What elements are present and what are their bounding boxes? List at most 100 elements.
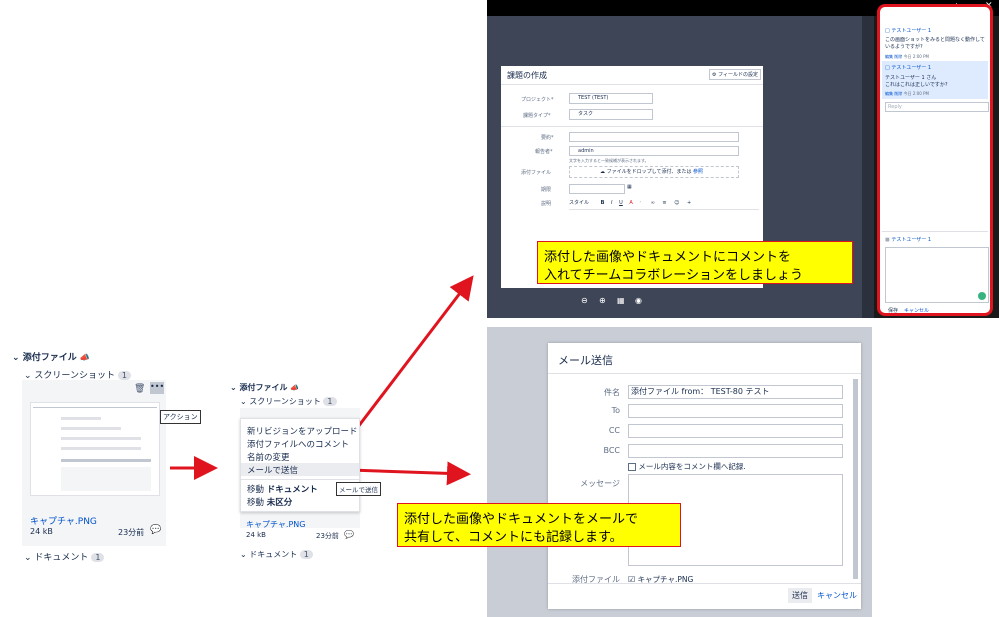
trash-icon[interactable]: 🗑	[134, 384, 145, 394]
megaphone-icon: 📣	[290, 384, 300, 392]
bcc-input[interactable]	[628, 444, 843, 458]
project-value: TEST (TEST)	[578, 95, 609, 101]
zoom-out-icon[interactable]: ⊖	[581, 296, 588, 305]
screenshots-group-header[interactable]: ⌄ スクリーンショット 1	[240, 396, 337, 407]
list-icon[interactable]: ≡	[662, 200, 666, 206]
chevron-down-icon: ⌄	[12, 353, 20, 363]
dialog-scrollbar[interactable]	[853, 379, 858, 579]
section-header[interactable]: ⌄ 添付ファイル 📣	[12, 350, 90, 363]
reply-input[interactable]: Reply	[885, 102, 989, 112]
comment-pin-icon[interactable]: ◉	[635, 296, 642, 305]
bold-icon[interactable]: B	[601, 200, 605, 206]
chevron-down-icon: ⌄	[24, 553, 32, 563]
attachment-card[interactable]: 🗑 ••• アクション キャプチャ.PNG 24 kB 23分前 💬	[22, 380, 201, 546]
comment-time: 今日 2:00 PM	[903, 54, 929, 59]
project-select[interactable]: TEST (TEST)	[569, 93, 653, 104]
tooltip-email: メールで送信	[336, 482, 381, 496]
zoom-in-icon[interactable]: ⊕	[599, 296, 606, 305]
comment-author-1: □ テストユーザー 1	[885, 27, 931, 34]
emoji-icon[interactable]	[978, 292, 986, 300]
comment-icon[interactable]: 💬	[150, 525, 161, 535]
menu-item-rename[interactable]: 名前の変更	[247, 451, 290, 463]
callout-line-1: 添付した画像やドキュメントにコメントを	[544, 250, 792, 265]
composer-author-name: テストユーザー 1	[891, 237, 931, 243]
record-comment-option[interactable]: メール内容をコメント欄へ記録.	[628, 461, 746, 472]
attach-dropzone[interactable]: ☁ ファイルをドロップして添付、または 参照	[569, 166, 739, 178]
reply-placeholder: Reply	[888, 104, 902, 110]
subject-input[interactable]: 添付ファイル from： TEST-80 テスト	[628, 385, 843, 399]
cc-label: CC	[608, 426, 620, 435]
save-button[interactable]: 保存	[888, 307, 898, 314]
section-title: 添付ファイル	[22, 353, 77, 363]
bcc-label: BCC	[603, 446, 620, 455]
composer-author: ■ テストユーザー 1	[885, 236, 931, 243]
issue-type-label: 課題タイプ*	[523, 113, 551, 119]
comment-author-name: テストユーザー 1	[891, 28, 931, 34]
to-input[interactable]	[628, 404, 843, 418]
section-header[interactable]: ⌄ 添付ファイル 📣	[230, 382, 299, 393]
text-color-icon[interactable]: A	[629, 200, 632, 206]
summary-label: 要約*	[541, 135, 554, 141]
menu-item-move-uncategorized[interactable]: 移動 未区分	[247, 496, 292, 508]
menu-item-upload-revision[interactable]: 新リビジョンをアップロード	[247, 425, 358, 437]
checkbox-icon[interactable]	[628, 463, 636, 471]
mail-dialog-screenshot: メール送信 件名 添付ファイル from： TEST-80 テスト To CC …	[487, 327, 872, 617]
calendar-icon[interactable]: ▦	[627, 184, 632, 190]
reporter-value: admin	[578, 148, 594, 154]
documents-group-header[interactable]: ⌄ ドキュメント 1	[240, 549, 313, 560]
screenshots-label: スクリーンショット	[249, 397, 321, 406]
more-actions-button[interactable]: •••	[150, 382, 164, 394]
chevron-down-icon: ⌄	[240, 550, 247, 559]
comment-actions-2: 編集 削除 今日 2:00 PM	[885, 91, 929, 97]
screenshots-count: 1	[117, 371, 131, 380]
file-name-link[interactable]: キャプチャ.PNG	[246, 519, 305, 530]
edit-link[interactable]: 編集	[885, 91, 893, 96]
style-dropdown[interactable]: スタイル	[569, 200, 589, 206]
file-name-link[interactable]: キャプチャ.PNG	[30, 514, 97, 527]
dimmed-gap	[862, 16, 874, 318]
documents-count: 1	[91, 553, 105, 562]
menu-item-email[interactable]: メールで送信	[247, 464, 298, 476]
edit-link[interactable]: 編集	[885, 54, 893, 59]
attachment-thumbnail[interactable]	[30, 402, 160, 496]
clear-format-icon[interactable]: ‧	[639, 200, 641, 206]
cancel-button[interactable]: キャンセル	[817, 590, 857, 601]
comment-textarea[interactable]	[885, 247, 989, 303]
gear-icon: ⚙	[712, 72, 717, 78]
comment-time: 今日 2:00 PM	[903, 91, 929, 96]
configure-fields-button[interactable]: ⚙ フィールドの設定	[709, 69, 761, 80]
mail-dialog: メール送信 件名 添付ファイル from： TEST-80 テスト To CC …	[548, 343, 861, 609]
comment-icon[interactable]: 💬	[344, 530, 354, 539]
cc-input[interactable]	[628, 424, 843, 438]
viewer-controls: ⊖ ⊕ ▦ ◉	[577, 296, 647, 310]
callout-line-2: 入れてチームコラボレーションをしましょう	[544, 268, 803, 283]
mail-dialog-title: メール送信	[558, 354, 613, 367]
more-icon[interactable]: +	[687, 200, 691, 206]
underline-icon[interactable]: U	[619, 200, 623, 206]
issue-type-select[interactable]: タスク	[569, 109, 653, 120]
fit-screen-icon[interactable]: ▦	[617, 296, 625, 305]
documents-label: ドキュメント	[249, 550, 298, 559]
send-button[interactable]: 送信	[788, 588, 812, 603]
comment-sidebar: □ テストユーザー 1 この画面ショットをみると問題なく動作しているようですが?…	[877, 4, 993, 316]
dialog-title: 課題の作成	[507, 71, 547, 80]
project-label: プロジェクト*	[521, 97, 554, 103]
reporter-input[interactable]: admin	[569, 146, 739, 156]
comment-viewer-screenshot: ↓ □ ✕ 課題の作成 ⚙ フィールドの設定 プロジェクト* TEST (TES…	[487, 0, 999, 318]
link-icon[interactable]: ∞	[651, 200, 655, 206]
documents-group-header[interactable]: ⌄ ドキュメント 1	[24, 550, 105, 563]
menu-item-move-documents[interactable]: 移動 ドキュメント	[247, 483, 318, 495]
callout-email: 添付した画像やドキュメントをメールで 共有して、コメントにも記録します。	[397, 503, 681, 547]
summary-input[interactable]	[569, 132, 739, 142]
cancel-button[interactable]: キャンセル	[904, 307, 929, 314]
delete-link[interactable]: 削除	[894, 54, 902, 59]
issue-type-value: タスク	[578, 111, 594, 117]
delete-link[interactable]: 削除	[894, 91, 902, 96]
due-label: 期限	[541, 187, 552, 193]
attach-browse-link[interactable]: 参照	[693, 169, 703, 175]
reporter-label: 報告者*	[535, 149, 553, 155]
italic-icon[interactable]: I	[611, 200, 612, 206]
due-date-input[interactable]	[569, 184, 625, 194]
emoji-icon[interactable]: ☺	[674, 200, 679, 206]
menu-item-comment[interactable]: 添付ファイルへのコメント	[247, 438, 349, 450]
